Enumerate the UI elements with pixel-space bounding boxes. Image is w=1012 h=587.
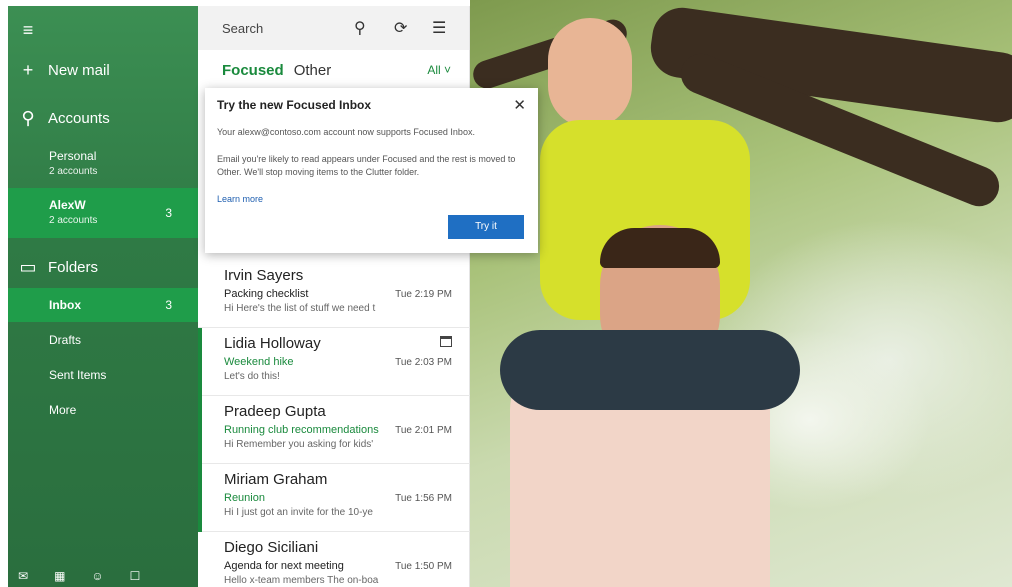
tab-other[interactable]: Other (294, 62, 332, 79)
dialog-title: Try the new Focused Inbox (217, 98, 372, 112)
close-icon[interactable]: ✕ (513, 96, 526, 114)
new-mail-label: New mail (48, 61, 110, 79)
message-preview: Hi Remember you asking for kids' (224, 439, 374, 450)
sync-icon[interactable]: ⟳ (394, 18, 407, 38)
dialog-line-2: Email you're likely to read appears unde… (217, 154, 516, 177)
folder-name: More (49, 402, 77, 417)
message-item[interactable]: Pradeep Gupta Running club recommendatio… (198, 396, 470, 464)
plus-icon: + (22, 59, 34, 80)
inbox-tabs: Focused Other All ˅ (198, 50, 469, 90)
hamburger-menu-button[interactable]: ≡ (8, 18, 198, 42)
message-sender: Diego Siciliani (224, 539, 319, 556)
folder-drafts[interactable]: Drafts (8, 328, 198, 352)
mail-icon[interactable]: ✉ (18, 569, 28, 587)
message-time: Tue 2:01 PM (395, 425, 452, 436)
account-sub: 2 accounts (49, 166, 98, 177)
folder-more[interactable]: More (8, 398, 198, 422)
search-icon[interactable]: ⚲ (354, 18, 366, 38)
message-item[interactable]: Irvin Sayers Packing checklist Hi Here's… (198, 260, 470, 328)
account-personal[interactable]: Personal 2 accounts (8, 142, 198, 186)
account-name: Personal (49, 149, 97, 163)
filter-dropdown[interactable]: All ˅ (427, 63, 451, 77)
calendar-invite-icon (440, 336, 452, 347)
learn-more-link[interactable]: Learn more (217, 194, 263, 204)
account-sub: 2 accounts (49, 215, 98, 226)
folders-label: Folders (48, 258, 99, 276)
message-time: Tue 2:03 PM (395, 357, 452, 368)
folders-header[interactable]: ▭ Folders (8, 254, 198, 280)
account-name: AlexW (49, 198, 86, 212)
message-item[interactable]: Miriam Graham Reunion Hi I just got an i… (198, 464, 470, 532)
unread-count-badge: 3 (165, 206, 172, 220)
message-preview: Hello x-team members The on-boa (224, 575, 379, 586)
folder-name: Sent Items (49, 367, 107, 382)
child-figure (548, 18, 632, 128)
message-sender: Miriam Graham (224, 471, 328, 488)
tab-focused[interactable]: Focused (222, 62, 284, 79)
unread-count-badge: 3 (165, 298, 172, 312)
accounts-label: Accounts (48, 109, 110, 127)
background-photo (470, 0, 1012, 587)
dialog-line-1: Your alexw@contoso.com account now suppo… (217, 127, 475, 137)
people-icon[interactable]: ☺ (91, 569, 103, 587)
message-preview: Let's do this! (224, 371, 280, 382)
message-time: Tue 2:19 PM (395, 289, 452, 300)
selection-mode-icon[interactable]: ☰ (432, 18, 446, 38)
message-time: Tue 1:50 PM (395, 561, 452, 572)
message-preview: Hi I just got an invite for the 10-ye (224, 507, 373, 518)
message-sender: Lidia Holloway (224, 335, 321, 352)
nav-bottom-bar: ✉ ▦ ☺ ☐ (8, 569, 198, 587)
message-sender: Pradeep Gupta (224, 403, 326, 420)
child-legs (500, 330, 800, 410)
feedback-icon[interactable]: ☐ (130, 569, 141, 587)
message-time: Tue 1:56 PM (395, 493, 452, 504)
new-mail-button[interactable]: + New mail (8, 57, 198, 83)
hamburger-icon: ≡ (22, 19, 34, 40)
navigation-pane: ≡ + New mail ⚲ Accounts Personal 2 accou… (8, 6, 198, 587)
message-preview: Hi Here's the list of stuff we need t (224, 303, 376, 314)
folder-sent-items[interactable]: Sent Items (8, 363, 198, 387)
person-icon: ⚲ (21, 107, 35, 128)
folder-icon: ▭ (19, 256, 37, 277)
folder-name: Drafts (49, 332, 82, 347)
man-hair (600, 228, 720, 268)
focused-inbox-dialog: Try the new Focused Inbox ✕ Your alexw@c… (205, 88, 538, 253)
folder-inbox[interactable]: Inbox 3 (8, 288, 198, 322)
search-input[interactable]: Search (222, 21, 263, 36)
message-sender: Irvin Sayers (224, 267, 304, 284)
account-alexw[interactable]: AlexW 2 accounts 3 (8, 188, 198, 238)
folder-name: Inbox (49, 297, 81, 312)
message-item[interactable]: Lidia Holloway Weekend hike Let's do thi… (198, 328, 470, 396)
calendar-icon[interactable]: ▦ (54, 569, 65, 587)
search-bar: Search ⚲ ⟳ ☰ (198, 6, 469, 50)
message-item[interactable]: Diego Siciliani Agenda for next meeting … (198, 532, 470, 587)
try-it-button[interactable]: Try it (448, 215, 524, 239)
accounts-header[interactable]: ⚲ Accounts (8, 105, 198, 131)
